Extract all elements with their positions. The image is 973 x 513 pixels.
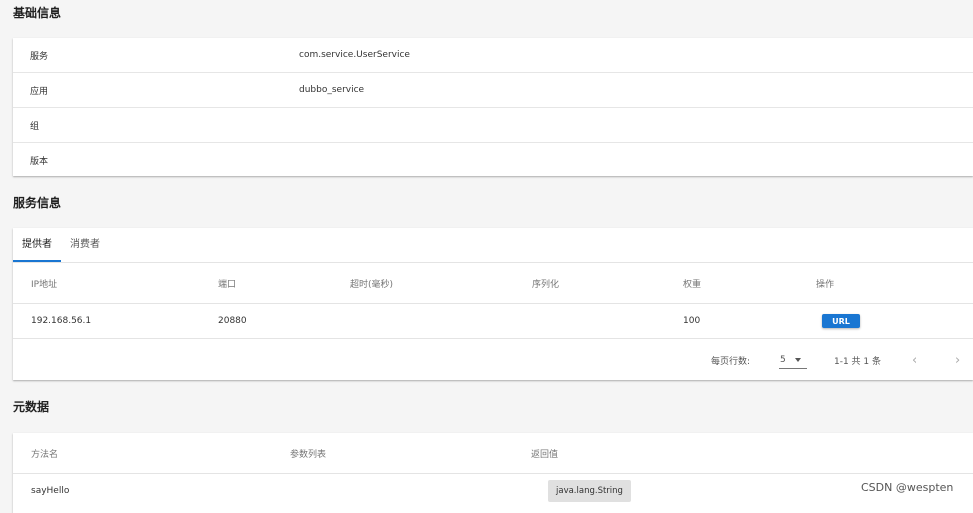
basic-info-label: 服务: [30, 51, 49, 62]
metadata-title: 元数据: [13, 400, 50, 414]
basic-info-label: 版本: [30, 156, 49, 167]
tab-consumers[interactable]: 消费者: [70, 228, 100, 262]
provider-weight: 100: [683, 316, 701, 326]
method-name: sayHello: [31, 486, 70, 496]
provider-ip: 192.168.56.1: [31, 316, 92, 326]
basic-info-row-version: 版本: [13, 143, 973, 177]
basic-info-label: 组: [30, 121, 40, 132]
service-info-card: 提供者 消费者 IP地址 端口 超时(毫秒) 序列化 权重 操作 192.168…: [13, 228, 973, 380]
caret-down-icon: [794, 358, 801, 362]
column-header-ip[interactable]: IP地址: [31, 263, 57, 303]
column-header-method[interactable]: 方法名: [31, 433, 58, 473]
metadata-table-header: 方法名 参数列表 返回值: [13, 433, 973, 474]
return-type-cell: java.lang.String: [548, 474, 631, 508]
column-header-action: 操作: [816, 279, 835, 290]
rows-per-page-label: 每页行数:: [711, 356, 751, 367]
basic-info-row-group: 组: [13, 108, 973, 143]
column-header-params[interactable]: 参数列表: [290, 433, 326, 473]
basic-info-card: 服务 com.service.UserService 应用 dubbo_serv…: [13, 38, 973, 176]
active-tab-indicator: [13, 260, 61, 262]
chevron-right-icon[interactable]: ›: [955, 339, 960, 381]
service-tabs: 提供者 消费者: [13, 228, 973, 263]
return-type-chip: java.lang.String: [548, 480, 631, 502]
chevron-left-icon[interactable]: ‹: [912, 339, 917, 381]
table-row: 192.168.56.1 20880 100 URL: [13, 304, 973, 339]
basic-info-title: 基础信息: [13, 6, 62, 20]
column-header-port[interactable]: 端口: [218, 263, 236, 303]
providers-table-header: IP地址 端口 超时(毫秒) 序列化 权重 操作: [13, 263, 973, 304]
rows-per-page-value: 5: [780, 355, 786, 365]
basic-info-value: com.service.UserService: [299, 50, 410, 60]
metadata-card: 方法名 参数列表 返回值 sayHello java.lang.String: [13, 433, 973, 513]
basic-info-row-service: 服务 com.service.UserService: [13, 38, 973, 73]
rows-per-page-select[interactable]: 5: [780, 339, 801, 381]
provider-port: 20880: [218, 316, 247, 326]
csdn-watermark: CSDN @wespten: [861, 481, 954, 494]
table-pagination: 每页行数: 5 1-1 共 1 条 ‹ ›: [13, 339, 973, 381]
basic-info-row-application: 应用 dubbo_service: [13, 73, 973, 108]
url-button[interactable]: URL: [822, 314, 860, 328]
table-row: sayHello java.lang.String: [13, 474, 973, 508]
column-header-return[interactable]: 返回值: [531, 433, 558, 473]
column-header-serialization[interactable]: 序列化: [532, 263, 559, 303]
select-underline: [779, 368, 807, 369]
pagination-range: 1-1 共 1 条: [834, 356, 882, 367]
tab-providers[interactable]: 提供者: [22, 228, 52, 262]
service-info-title: 服务信息: [13, 196, 62, 210]
column-header-weight[interactable]: 权重: [683, 263, 701, 303]
url-button-cell: URL: [822, 304, 860, 338]
basic-info-value: dubbo_service: [299, 85, 365, 95]
column-header-timeout[interactable]: 超时(毫秒): [350, 263, 393, 303]
basic-info-label: 应用: [30, 86, 49, 97]
